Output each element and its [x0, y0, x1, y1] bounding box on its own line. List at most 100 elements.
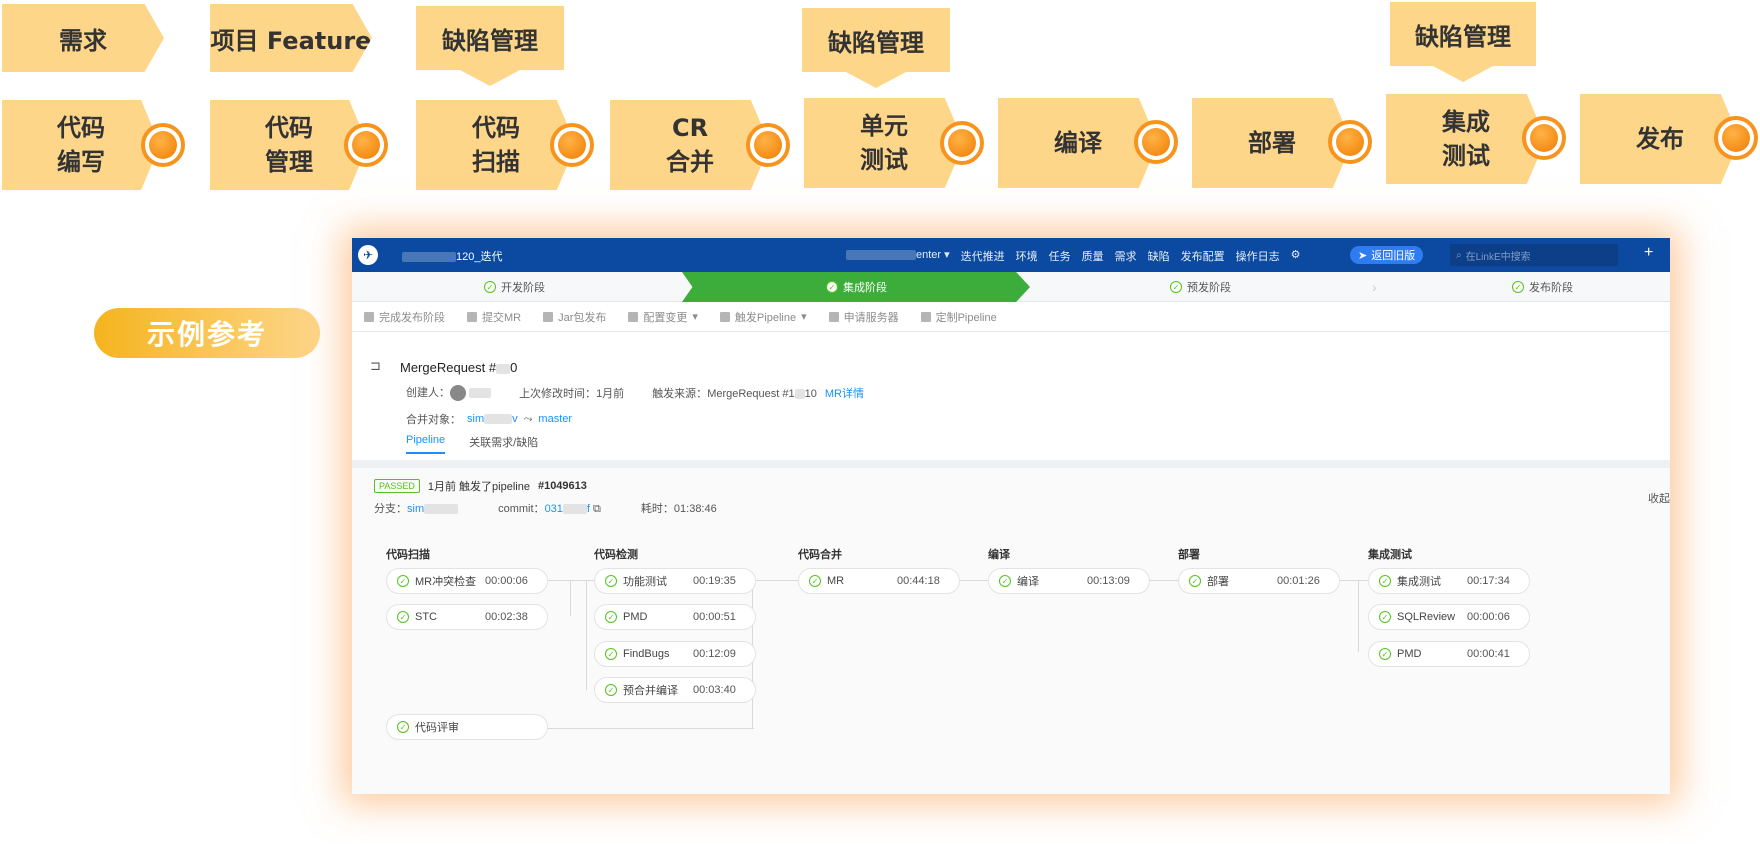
document-icon: [628, 311, 639, 322]
stage-column-title: 部署: [1178, 549, 1200, 561]
project-title[interactable]: 120_迭代: [402, 248, 502, 264]
job-integration-test[interactable]: ✓ 集成测试 00:17:34: [1368, 568, 1530, 594]
collapse-link[interactable]: 收起: [1648, 490, 1670, 506]
plus-icon[interactable]: +: [1644, 244, 1653, 262]
chevron-down-icon: ▾: [944, 249, 950, 261]
stage-column-title: 集成测试: [1368, 549, 1412, 561]
flow-step-dot: [141, 123, 185, 167]
menu-item[interactable]: 发布配置: [1181, 248, 1225, 264]
job-time: 00:44:18: [897, 575, 940, 587]
project-title-text: 120_迭代: [456, 251, 503, 263]
check-circle-icon: ✓: [1189, 575, 1201, 587]
stage-release[interactable]: ✓ 发布阶段: [1512, 272, 1573, 302]
chevron-down-icon: ▾: [801, 311, 807, 323]
chevron-down-icon: ▾: [692, 311, 698, 323]
tab-linked-issues[interactable]: 关联需求/缺陷: [469, 434, 538, 454]
job-time: 00:00:06: [1467, 611, 1510, 623]
mr-detail-link[interactable]: MR详情: [825, 385, 864, 401]
jar-release-button[interactable]: Jar包发布: [543, 309, 606, 325]
search-input[interactable]: ⌕ 在LinkE中搜索: [1450, 244, 1618, 266]
job-pmd[interactable]: ✓ PMD 00:00:41: [1368, 641, 1530, 667]
menu-item[interactable]: 迭代推进: [961, 248, 1005, 264]
paper-plane-icon[interactable]: ✈: [358, 245, 378, 265]
stop-icon: [364, 311, 374, 322]
job-name: 功能测试: [623, 576, 667, 588]
job-functional-test[interactable]: ✓ 功能测试 00:19:35: [594, 568, 756, 594]
stage-dev[interactable]: ✓ 开发阶段: [484, 272, 545, 302]
commit-tail: f: [586, 503, 590, 515]
toolbar-label: 定制Pipeline: [935, 311, 997, 324]
job-mr-conflict-check[interactable]: ✓ MR冲突检查 00:00:06: [386, 568, 548, 594]
back-to-old-version-button[interactable]: ➤ 返回旧版: [1350, 246, 1424, 264]
commit-link[interactable]: 031 f: [545, 503, 590, 515]
stage-integration[interactable]: ✓ 集成阶段: [826, 272, 887, 302]
job-findbugs[interactable]: ✓ FindBugs 00:12:09: [594, 641, 756, 667]
job-time: 00:00:06: [485, 575, 528, 587]
toolbar-label: 提交MR: [482, 311, 522, 324]
pipeline-id[interactable]: #1049613: [538, 480, 587, 492]
job-compile[interactable]: ✓ 编译 00:13:09: [988, 568, 1150, 594]
flow-chevron-feature: 项目 Feature: [210, 4, 372, 72]
toolbar-label: 完成发布阶段: [379, 311, 445, 324]
job-name: 集成测试: [1397, 576, 1441, 588]
flow-step-dot: [940, 121, 984, 165]
gear-icon[interactable]: ⚙: [1291, 248, 1301, 264]
toolbar-label: Jar包发布: [558, 311, 607, 324]
menu-item[interactable]: 需求: [1115, 248, 1137, 264]
job-time: 00:19:35: [693, 575, 736, 587]
flow-step-dot: [1714, 116, 1758, 160]
config-change-button[interactable]: 配置变更 ▾: [628, 309, 698, 325]
job-name: FindBugs: [623, 648, 670, 660]
pipeline-status-row: PASSED 1月前 触发了pipeline #1049613: [374, 478, 587, 494]
job-code-review[interactable]: ✓ 代码评审: [386, 714, 548, 740]
stage-column-title: 代码扫描: [386, 549, 430, 561]
menu-item[interactable]: 操作日志: [1236, 248, 1280, 264]
flow-callout-defect: 缺陷管理: [1390, 2, 1536, 82]
job-time: 00:00:41: [1467, 648, 1510, 660]
complete-release-stage-button[interactable]: 完成发布阶段: [364, 309, 445, 325]
trigger-pipeline-button[interactable]: 触发Pipeline ▾: [719, 309, 807, 325]
merge-target-branch[interactable]: master: [538, 413, 572, 425]
redacted-text: [794, 388, 805, 399]
merge-target-row: 合并对象： sim v ⤳ master: [406, 411, 572, 427]
bell-icon: [719, 311, 730, 322]
job-pre-merge-compile[interactable]: ✓ 预合并编译 00:03:40: [594, 677, 756, 703]
job-time: 00:02:38: [485, 611, 528, 623]
submit-mr-button[interactable]: 提交MR: [467, 309, 521, 325]
apply-server-button[interactable]: 申请服务器: [828, 309, 899, 325]
flow-step-dot: [344, 123, 388, 167]
check-circle-icon: ✓: [809, 575, 821, 587]
job-stc[interactable]: ✓ STC 00:02:38: [386, 604, 548, 630]
redacted-text: [484, 414, 513, 425]
connector-line: [524, 728, 754, 729]
duration-info: 耗时：01:38:46: [641, 500, 717, 516]
job-time: 00:17:34: [1467, 575, 1510, 587]
job-name: 代码评审: [415, 722, 459, 734]
job-deploy[interactable]: ✓ 部署 00:01:26: [1178, 568, 1340, 594]
custom-pipeline-button[interactable]: 定制Pipeline: [920, 309, 997, 325]
merge-arrow-icon: ⤳: [523, 412, 533, 425]
modified-label: 上次修改时间：: [519, 387, 597, 400]
job-mr[interactable]: ✓ MR 00:44:18: [798, 568, 960, 594]
pipeline-screenshot: ✈ 120_迭代 enter ▾ 迭代推进 环境 任务 质量 需求 缺陷 发布配…: [352, 238, 1670, 794]
menu-item[interactable]: 任务: [1049, 248, 1071, 264]
back-arrow-icon[interactable]: ⊐: [370, 358, 381, 374]
modified-value: 1月前: [596, 387, 625, 400]
stage-pre-release[interactable]: ✓ 预发阶段: [1170, 272, 1231, 302]
trigger-label: 触发来源：: [652, 387, 708, 400]
copy-icon[interactable]: ⧉: [593, 503, 601, 515]
branch-link[interactable]: sim: [407, 503, 424, 515]
tab-pipeline[interactable]: Pipeline: [406, 434, 446, 454]
check-circle-icon: ✓: [397, 611, 409, 623]
job-pmd[interactable]: ✓ PMD 00:00:51: [594, 604, 756, 630]
menu-item[interactable]: 缺陷: [1148, 248, 1170, 264]
menu-item[interactable]: 质量: [1082, 248, 1104, 264]
flow-step-dot: [1328, 120, 1372, 164]
merge-source-branch[interactable]: sim v: [467, 413, 518, 425]
user-menu[interactable]: enter ▾: [846, 248, 950, 264]
job-sql-review[interactable]: ✓ SQLReview 00:00:06: [1368, 604, 1530, 630]
redacted-text: [846, 250, 916, 261]
redacted-text: [424, 504, 459, 515]
menu-item[interactable]: 环境: [1016, 248, 1038, 264]
commit-label: commit：: [498, 503, 545, 515]
